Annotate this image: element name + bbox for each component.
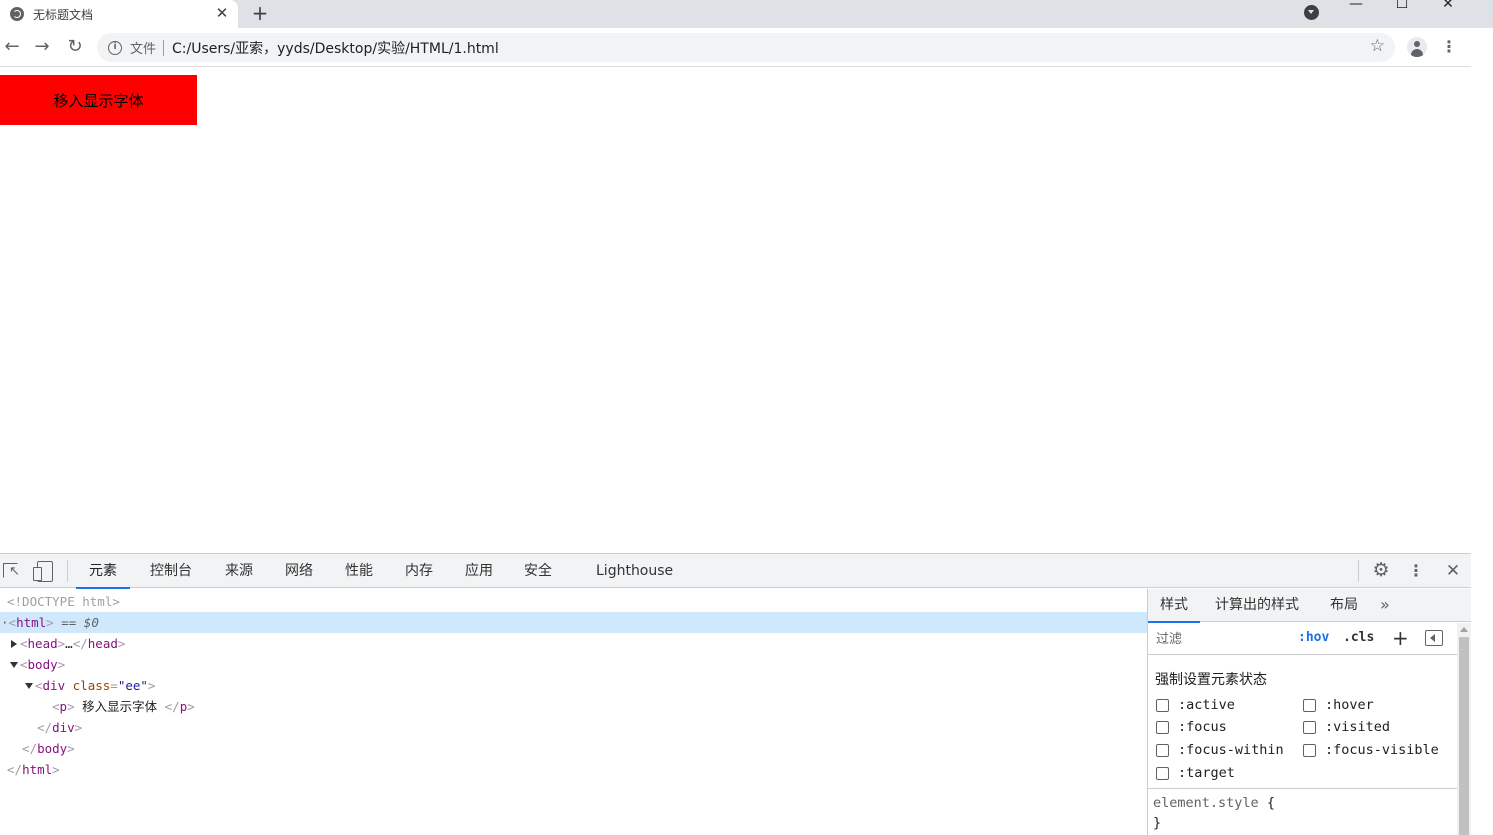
hover-box[interactable]: 移入显示字体 bbox=[0, 75, 197, 125]
profile-avatar-icon[interactable] bbox=[1407, 37, 1427, 57]
element-style-rule[interactable]: element.style { } bbox=[1153, 793, 1275, 833]
tree-node-div-close[interactable]: </div> bbox=[0, 717, 1147, 738]
styles-filter-input[interactable] bbox=[1152, 627, 1285, 651]
tab-elements[interactable]: 元素 bbox=[76, 554, 130, 589]
hov-toggle-button[interactable]: :hov bbox=[1298, 630, 1329, 645]
tab-styles[interactable]: 样式 bbox=[1148, 589, 1200, 623]
tab-performance[interactable]: 性能 bbox=[332, 554, 386, 588]
globe-icon bbox=[10, 7, 24, 21]
inspect-element-icon[interactable] bbox=[2, 560, 22, 582]
collapse-triangle-icon[interactable] bbox=[10, 662, 18, 668]
devtools-tab-bar: 元素 控制台 来源 网络 性能 内存 应用 安全 Lighthouse ⚙ ⋮ … bbox=[0, 554, 1471, 589]
doctype-text: <!DOCTYPE html> bbox=[7, 594, 120, 609]
tab-security[interactable]: 安全 bbox=[511, 554, 565, 588]
tab-application[interactable]: 应用 bbox=[452, 554, 506, 588]
new-tab-button[interactable]: + bbox=[250, 2, 270, 24]
devtools-close-icon[interactable]: ✕ bbox=[1444, 560, 1462, 582]
device-toolbar-icon[interactable] bbox=[33, 560, 53, 582]
cls-toggle-button[interactable]: .cls bbox=[1343, 630, 1374, 645]
devtools-panel: 元素 控制台 来源 网络 性能 内存 应用 安全 Lighthouse ⚙ ⋮ … bbox=[0, 553, 1471, 835]
toggle-sidebar-icon[interactable] bbox=[1425, 630, 1443, 646]
browser-menu-icon[interactable]: ⋮ bbox=[1441, 37, 1457, 57]
settings-gear-icon[interactable]: ⚙ bbox=[1371, 560, 1391, 580]
tree-node-doctype[interactable]: <!DOCTYPE html> bbox=[0, 591, 1147, 612]
page-viewport: 移入显示字体 bbox=[0, 67, 1471, 553]
state-focus[interactable]: :focus bbox=[1156, 719, 1227, 735]
devtools-menu-icon[interactable]: ⋮ bbox=[1408, 560, 1424, 582]
new-style-rule-icon[interactable]: + bbox=[1392, 626, 1409, 650]
checkbox[interactable] bbox=[1156, 766, 1169, 780]
close-window-button[interactable]: ✕ bbox=[1440, 0, 1456, 12]
info-icon[interactable]: i bbox=[108, 40, 122, 55]
tab-layout[interactable]: 布局 bbox=[1318, 589, 1370, 622]
checkbox[interactable] bbox=[1303, 743, 1316, 757]
chip-divider bbox=[163, 39, 165, 56]
checkbox[interactable] bbox=[1303, 720, 1316, 734]
state-focus-visible[interactable]: :focus-visible bbox=[1303, 742, 1439, 758]
tree-node-head[interactable]: <head>…</head> bbox=[0, 633, 1147, 654]
tree-node-html-close[interactable]: </html> bbox=[0, 759, 1147, 780]
selected-marker: == $0 bbox=[61, 615, 99, 630]
tab-lighthouse[interactable]: Lighthouse bbox=[583, 554, 686, 588]
state-focus-within[interactable]: :focus-within bbox=[1156, 742, 1284, 758]
more-tabs-icon[interactable]: » bbox=[1380, 589, 1390, 622]
tab-close-icon[interactable]: ✕ bbox=[214, 4, 230, 22]
tab-sources[interactable]: 来源 bbox=[212, 554, 266, 588]
checkbox[interactable] bbox=[1303, 698, 1316, 712]
styles-filter-row: :hov .cls + bbox=[1148, 623, 1457, 655]
tree-node-body-close[interactable]: </body> bbox=[0, 738, 1147, 759]
styles-tab-bar: 样式 计算出的样式 布局 » bbox=[1148, 589, 1471, 623]
file-chip: 文件 bbox=[130, 42, 157, 57]
tree-node-html[interactable]: ·<html> == $0 bbox=[0, 612, 1147, 633]
window-gutter bbox=[1471, 28, 1493, 834]
element-style-selector: element.style bbox=[1153, 795, 1259, 811]
styles-scrollbar[interactable] bbox=[1457, 623, 1471, 835]
scroll-up-arrow-icon[interactable] bbox=[1460, 627, 1468, 632]
scroll-thumb[interactable] bbox=[1459, 637, 1469, 835]
p-text: 移入显示字体 bbox=[74, 699, 165, 714]
toolbar-divider bbox=[67, 560, 68, 582]
tab-search-icon[interactable] bbox=[1304, 5, 1319, 20]
address-bar[interactable]: i 文件 C:/Users/亚索，yyds/Desktop/实验/HTML/1.… bbox=[97, 33, 1395, 62]
tab-network[interactable]: 网络 bbox=[272, 554, 326, 588]
styles-pane: 样式 计算出的样式 布局 » :hov .cls + 强制设置元素状态 :act… bbox=[1147, 589, 1471, 835]
tab-title: 无标题文档 bbox=[33, 7, 94, 22]
browser-toolbar: ← → ↻ i 文件 C:/Users/亚索，yyds/Desktop/实验/H… bbox=[0, 28, 1471, 67]
state-visited[interactable]: :visited bbox=[1303, 719, 1390, 735]
tab-computed[interactable]: 计算出的样式 bbox=[1203, 589, 1311, 622]
maximize-button[interactable]: ☐ bbox=[1394, 0, 1410, 12]
tab-strip: 无标题文档 ✕ + — ☐ ✕ bbox=[0, 0, 1493, 28]
tree-node-div[interactable]: <div class="ee"> bbox=[0, 675, 1147, 696]
toolbar-divider-right bbox=[1358, 560, 1359, 582]
checkbox[interactable] bbox=[1156, 720, 1169, 734]
collapse-triangle-icon[interactable] bbox=[25, 683, 33, 689]
state-active[interactable]: :active bbox=[1156, 697, 1235, 713]
reload-button[interactable]: ↻ bbox=[65, 36, 85, 58]
checkbox[interactable] bbox=[1156, 698, 1169, 712]
tree-node-body[interactable]: <body> bbox=[0, 654, 1147, 675]
minimize-button[interactable]: — bbox=[1348, 0, 1364, 12]
tab-console[interactable]: 控制台 bbox=[137, 554, 205, 588]
back-button[interactable]: ← bbox=[2, 36, 22, 58]
elements-tree: <!DOCTYPE html> ·<html> == $0 <head>…</h… bbox=[0, 589, 1147, 835]
tree-node-p[interactable]: <p> 移入显示字体 </p> bbox=[0, 696, 1147, 717]
forward-button[interactable]: → bbox=[32, 36, 52, 58]
checkbox[interactable] bbox=[1156, 743, 1169, 757]
state-hover[interactable]: :hover bbox=[1303, 697, 1374, 713]
state-target[interactable]: :target bbox=[1156, 765, 1235, 781]
bookmark-star-icon[interactable]: ☆ bbox=[1370, 36, 1385, 56]
force-state-title: 强制设置元素状态 bbox=[1155, 672, 1267, 688]
styles-divider bbox=[1148, 788, 1457, 789]
expand-triangle-icon[interactable] bbox=[11, 640, 17, 648]
browser-tab[interactable]: 无标题文档 ✕ bbox=[0, 0, 238, 28]
url-text[interactable]: C:/Users/亚索，yyds/Desktop/实验/HTML/1.html bbox=[172, 38, 499, 58]
hover-box-text: 移入显示字体 bbox=[53, 91, 144, 110]
tab-memory[interactable]: 内存 bbox=[392, 554, 446, 588]
html-tag: html bbox=[16, 615, 47, 630]
